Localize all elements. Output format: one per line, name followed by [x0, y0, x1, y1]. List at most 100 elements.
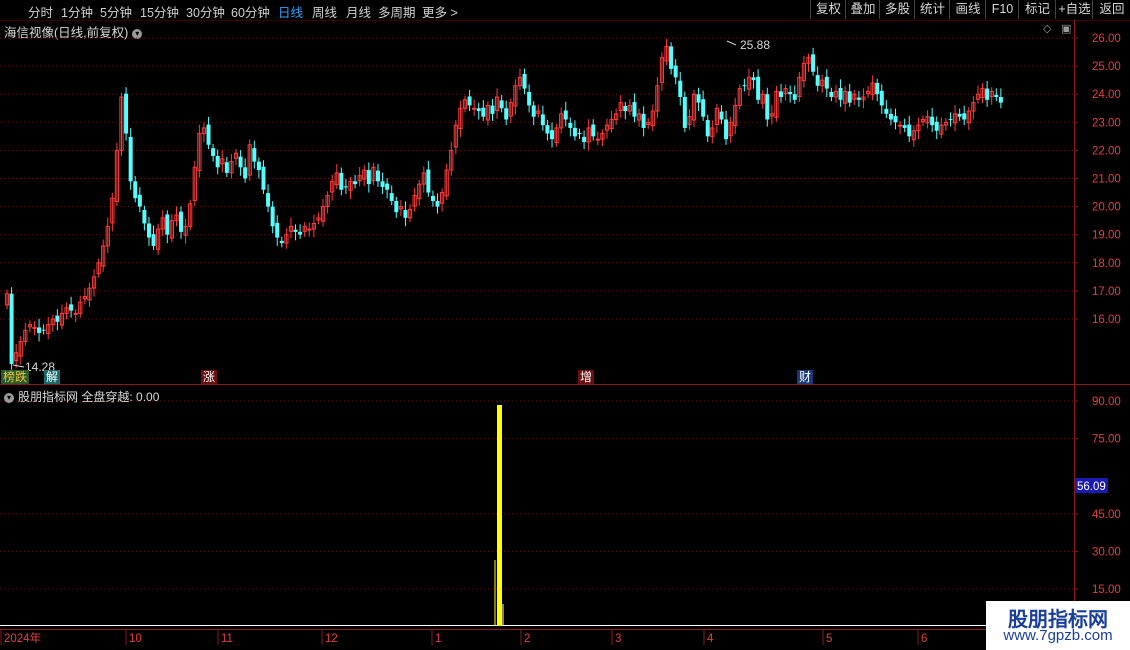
x-tick-label: 12: [325, 633, 338, 645]
candle-body: [343, 186, 348, 188]
candle-body: [307, 228, 312, 231]
candle-body: [696, 94, 701, 103]
candle-body: [256, 161, 261, 171]
candle-body: [811, 54, 816, 72]
price-tick-label: 19.00: [1092, 230, 1121, 242]
candle-body: [701, 99, 706, 117]
x-tick-label: 4: [707, 633, 714, 645]
candle-body: [669, 46, 674, 69]
candle-body: [705, 120, 710, 137]
candle-body: [893, 116, 898, 123]
candle-body: [724, 119, 729, 140]
candle-body: [550, 130, 555, 140]
x-tick-label: 1: [435, 633, 441, 645]
candle-body: [985, 88, 990, 100]
candle-body: [279, 240, 284, 244]
candle-body: [37, 327, 42, 334]
candle-body: [394, 200, 399, 213]
indicator-title: ▾ 股朋指标网 全盘穿越: 0.00: [4, 388, 159, 405]
candle-body: [481, 107, 486, 117]
indicator-name: 股朋指标网: [18, 390, 79, 404]
price-tick-label: 24.00: [1092, 89, 1121, 101]
price-tick-label: 18.00: [1092, 258, 1121, 270]
candle-body: [266, 193, 271, 207]
candle-body: [151, 234, 156, 246]
candle-body: [957, 113, 962, 117]
candle-body: [563, 110, 568, 120]
candle-body: [898, 124, 903, 127]
indicator-value: 全盘穿越: 0.00: [81, 390, 160, 404]
candle-body: [788, 91, 793, 95]
candle-body: [756, 76, 761, 100]
event-tag-3[interactable]: 增: [578, 370, 595, 384]
candle-body: [430, 195, 435, 201]
current-value-label: 56.09: [1077, 481, 1106, 493]
x-tick-label: 11: [221, 633, 233, 645]
candle-body: [366, 170, 371, 185]
candle-body: [133, 181, 138, 199]
price-tick-label: 26.00: [1092, 33, 1121, 45]
candle-body: [577, 132, 582, 134]
candle-body: [73, 312, 78, 315]
candle-body: [792, 94, 797, 100]
event-tag-1[interactable]: 解: [44, 370, 61, 384]
event-tag-2[interactable]: 涨: [201, 370, 218, 384]
candle-body: [211, 148, 216, 157]
candle-body: [389, 193, 394, 201]
candle-body: [41, 329, 46, 331]
candle-body: [206, 124, 211, 145]
indicator-tick-label: 15.00: [1092, 584, 1121, 596]
candle-body: [9, 293, 14, 364]
candle-body: [527, 91, 532, 106]
candle-body: [591, 124, 596, 137]
candle-body: [224, 162, 229, 173]
candle-body: [838, 88, 843, 100]
candle-body: [847, 91, 852, 103]
event-tag-0[interactable]: 榜跌: [1, 370, 30, 384]
candle-body: [55, 315, 60, 322]
candle-body: [522, 73, 527, 89]
candle-body: [582, 136, 587, 142]
candle-body: [742, 85, 747, 87]
candle-body: [353, 181, 358, 185]
indicator-tick-label: 90.00: [1092, 396, 1121, 408]
candle-body: [572, 127, 577, 137]
candle-body: [994, 94, 999, 98]
event-tag-4[interactable]: 财: [797, 370, 814, 384]
candle-body: [238, 156, 243, 168]
candle-body: [568, 122, 573, 128]
signal-bar: [497, 405, 502, 626]
indicator-tick-label: 45.00: [1092, 509, 1121, 521]
watermark: 股朋指标网 www.7gpzb.com: [986, 601, 1130, 650]
candle-body: [829, 91, 834, 98]
candle-body: [540, 114, 545, 126]
candle-body: [32, 326, 37, 329]
candle-body: [215, 156, 220, 168]
candle-body: [934, 121, 939, 131]
indicator-tick-label: 30.00: [1092, 546, 1121, 558]
x-tick-label: 2024年: [4, 631, 41, 645]
indicator-tick-label: 75.00: [1092, 434, 1121, 446]
candle-body: [490, 105, 495, 114]
candle-body: [545, 125, 550, 134]
chevron-down-icon[interactable]: ▾: [4, 392, 14, 403]
candle-body: [298, 231, 303, 235]
candle-body: [632, 102, 637, 117]
candle-body: [641, 113, 646, 128]
candle-body: [719, 111, 724, 120]
candle-body: [69, 304, 74, 311]
candle-body: [499, 100, 504, 109]
candle-body: [856, 97, 861, 100]
price-tick-label: 20.00: [1092, 202, 1121, 214]
low-pointer: [12, 364, 25, 368]
candle-body: [179, 211, 184, 232]
candle-body: [270, 206, 275, 227]
price-tick-label: 16.00: [1092, 314, 1121, 326]
candle-body: [998, 97, 1003, 103]
candle-body: [426, 169, 431, 193]
candle-body: [385, 183, 390, 190]
candle-body: [962, 113, 967, 120]
x-tick-label: 10: [129, 633, 142, 645]
x-tick-label: 2: [524, 633, 530, 645]
candle-body: [673, 65, 678, 78]
